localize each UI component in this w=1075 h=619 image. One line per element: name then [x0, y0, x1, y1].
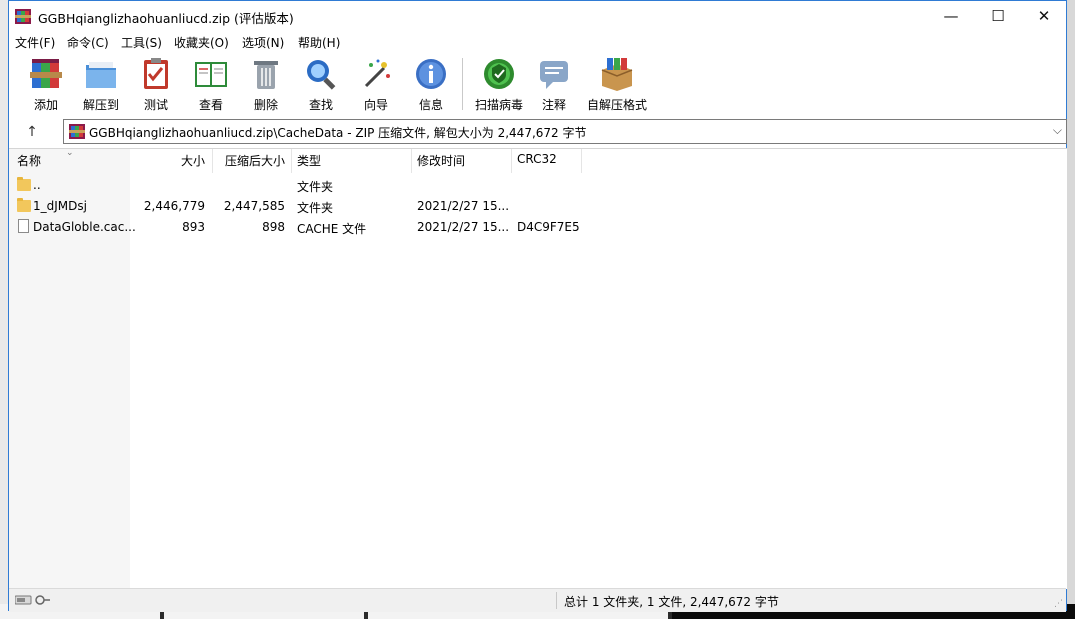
resize-grip-icon[interactable]: ⋰: [1054, 599, 1063, 609]
delete-icon: [254, 61, 278, 89]
window-title: GGBHqianglizhaohuanliucd.zip (评估版本): [38, 11, 294, 26]
toolbar-add-button[interactable]: 添加: [21, 56, 71, 113]
wizard-icon: [364, 59, 390, 88]
up-folder-button[interactable]: ↑: [17, 121, 47, 143]
file-packed-size: 2,447,585: [223, 199, 285, 213]
toolbar-sfx-button[interactable]: 自解压格式: [581, 56, 653, 113]
address-path-field[interactable]: GGBHqianglizhaohuanliucd.zip\CacheData -…: [63, 119, 1067, 144]
file-modified: 2021/2/27 15...: [417, 220, 510, 234]
file-list: 名称 ⌄ 大小 压缩后大小 类型 修改时间 CRC32 .. 文件夹 1_dJM…: [9, 148, 1067, 589]
toolbar: 添加 解压到 测试 查看 删除 查找 向导 信息 扫描病毒 注释 自解压格式: [9, 52, 1066, 116]
toolbar-extract-button[interactable]: 解压到: [76, 56, 126, 113]
toolbar-test-button[interactable]: 测试: [131, 56, 181, 113]
view-icon: [195, 62, 227, 87]
toolbar-info-button[interactable]: 信息: [406, 56, 456, 113]
address-path-text: GGBHqianglizhaohuanliucd.zip\CacheData -…: [89, 126, 587, 140]
column-header-size[interactable]: 大小: [149, 152, 205, 169]
test-icon: [144, 58, 168, 89]
file-row-folder[interactable]: 1_dJMDsj 2,446,779 2,447,585 文件夹 2021/2/…: [9, 196, 709, 217]
file-name: ..: [33, 178, 41, 192]
file-type: CACHE 文件: [297, 222, 367, 236]
close-button[interactable]: ✕: [1021, 1, 1067, 32]
file-type: 文件夹: [297, 201, 334, 215]
column-header-crc32[interactable]: CRC32: [517, 152, 557, 166]
column-header-packed[interactable]: 压缩后大小: [217, 152, 285, 169]
sort-chevron-icon: ⌄: [66, 148, 74, 158]
background-left-strip: [0, 0, 8, 619]
toolbar-find-button[interactable]: 查找: [296, 56, 346, 113]
toolbar-wizard-button[interactable]: 向导: [351, 56, 401, 113]
menu-commands[interactable]: 命令(C): [67, 34, 109, 51]
menu-help[interactable]: 帮助(H): [298, 34, 340, 51]
toolbar-comment-button[interactable]: 注释: [529, 56, 579, 113]
chevron-down-icon[interactable]: ⌵: [1053, 123, 1062, 138]
add-archive-icon: [30, 59, 62, 88]
folder-icon: [17, 177, 31, 191]
zip-archive-icon: [69, 124, 85, 139]
info-icon: [416, 59, 446, 89]
menu-options[interactable]: 选项(N): [242, 34, 284, 51]
menu-bar: 文件(F) 命令(C) 工具(S) 收藏夹(O) 选项(N) 帮助(H): [9, 32, 1066, 52]
extract-to-icon: [86, 62, 116, 88]
column-header-name[interactable]: 名称: [17, 152, 41, 169]
status-bar: 总计 1 文件夹, 1 文件, 2,447,672 字节 ⋰: [9, 588, 1066, 612]
folder-icon: [17, 198, 31, 212]
address-bar: ↑ GGBHqianglizhaohuanliucd.zip\CacheData…: [9, 117, 1067, 147]
status-summary: 总计 1 文件夹, 1 文件, 2,447,672 字节: [564, 595, 779, 609]
maximize-button[interactable]: ☐: [975, 1, 1021, 32]
winrar-app-icon: [15, 9, 31, 24]
toolbar-separator: [462, 58, 463, 110]
file-name: 1_dJMDsj: [33, 199, 87, 213]
column-header-type[interactable]: 类型: [297, 152, 321, 169]
toolbar-delete-button[interactable]: 删除: [241, 56, 291, 113]
menu-file[interactable]: 文件(F): [15, 34, 55, 51]
column-header-modified[interactable]: 修改时间: [417, 152, 465, 169]
file-row-parent[interactable]: .. 文件夹: [9, 175, 709, 196]
file-type: 文件夹: [297, 180, 334, 194]
file-icon: [18, 219, 29, 233]
drive-key-icon[interactable]: [15, 594, 51, 606]
menu-favorites[interactable]: 收藏夹(O): [174, 34, 229, 51]
sfx-icon: [601, 58, 633, 91]
virus-scan-icon: [484, 59, 514, 89]
winrar-window: GGBHqianglizhaohuanliucd.zip (评估版本) — ☐ …: [8, 0, 1067, 612]
file-modified: 2021/2/27 15...: [417, 199, 510, 213]
file-name: DataGloble.cac...: [33, 220, 136, 234]
file-crc32: D4C9F7E5: [517, 220, 580, 234]
title-bar[interactable]: GGBHqianglizhaohuanliucd.zip (评估版本) — ☐ …: [9, 1, 1066, 32]
file-size: 893: [182, 220, 205, 234]
find-icon: [307, 60, 336, 90]
minimize-button[interactable]: —: [928, 1, 974, 32]
toolbar-virus-scan-button[interactable]: 扫描病毒: [471, 56, 527, 113]
file-packed-size: 898: [262, 220, 285, 234]
menu-tools[interactable]: 工具(S): [121, 34, 162, 51]
status-separator: [556, 592, 557, 609]
file-row-file[interactable]: DataGloble.cac... 893 898 CACHE 文件 2021/…: [9, 217, 709, 238]
file-size: 2,446,779: [143, 199, 205, 213]
comment-icon: [540, 61, 568, 89]
toolbar-view-button[interactable]: 查看: [186, 56, 236, 113]
